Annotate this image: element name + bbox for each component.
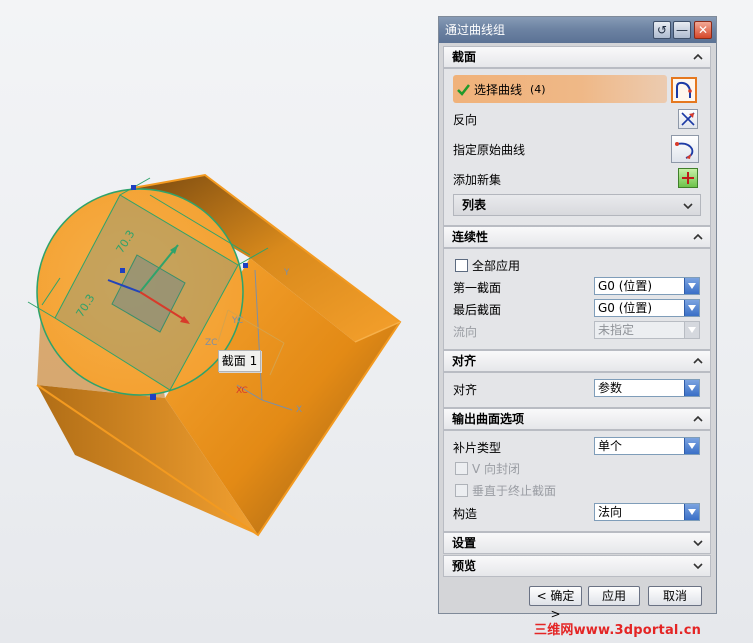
axis-x-label: X [296, 405, 302, 415]
section-tag: 截面 1 [218, 350, 261, 372]
preview-title: 预览 [452, 559, 477, 573]
curve-select-icon[interactable] [671, 77, 697, 103]
dialog-title: 通过曲线组 [445, 23, 506, 37]
specify-origin-curve-label: 指定原始曲线 [453, 143, 526, 157]
add-set-icon[interactable] [678, 168, 698, 188]
chevron-down-icon [693, 540, 703, 547]
continuity-title: 连续性 [452, 230, 489, 244]
first-section-select[interactable]: G0 (位置) [594, 277, 700, 295]
select-curve-count: (4) [530, 83, 546, 96]
patch-type-value: 单个 [598, 439, 623, 453]
dropdown-arrow-icon[interactable] [684, 380, 699, 396]
construction-select[interactable]: 法向 [594, 503, 700, 521]
alignment-title: 对齐 [452, 354, 477, 368]
first-section-value: G0 (位置) [598, 279, 653, 293]
apply-all-label: 全部应用 [472, 259, 521, 273]
normal-to-end-checkbox [455, 484, 468, 497]
axis-xc-label: XC [236, 386, 248, 396]
list-label: 列表 [462, 198, 487, 212]
add-new-set-label: 添加新集 [453, 173, 502, 187]
ok-button[interactable]: < 确定 > [529, 586, 582, 621]
last-section-label: 最后截面 [453, 303, 502, 317]
alignment-select[interactable]: 参数 [594, 379, 700, 397]
continuity-header[interactable]: 连续性 [443, 226, 711, 248]
alignment-header[interactable]: 对齐 [443, 350, 711, 372]
chevron-up-icon [693, 53, 703, 60]
dropdown-arrow-icon[interactable] [684, 278, 699, 294]
v-closed-checkbox [455, 462, 468, 475]
settings-title: 设置 [452, 536, 477, 550]
close-icon[interactable]: ✕ [694, 21, 712, 39]
section-title: 截面 [452, 50, 477, 64]
chevron-down-icon [683, 203, 693, 210]
settings-header[interactable]: 设置 [443, 532, 711, 554]
list-header[interactable]: 列表 [453, 194, 701, 216]
patch-type-select[interactable]: 单个 [594, 437, 700, 455]
alignment-label: 对齐 [453, 383, 478, 397]
watermark: 三维网www.3dportal.cn [534, 623, 702, 638]
construction-label: 构造 [453, 507, 478, 521]
apply-button[interactable]: 应用 [588, 586, 640, 606]
minimize-icon[interactable]: — [673, 21, 691, 39]
handle[interactable] [131, 185, 136, 190]
axis-zc-label: ZC [205, 338, 217, 348]
dropdown-arrow-icon[interactable] [684, 438, 699, 454]
flow-direction-value: 未指定 [598, 323, 635, 337]
handle[interactable] [243, 263, 248, 268]
output-options-header[interactable]: 输出曲面选项 [443, 408, 711, 430]
chevron-up-icon [693, 415, 703, 422]
reset-icon[interactable]: ↺ [653, 21, 671, 39]
last-section-select[interactable]: G0 (位置) [594, 299, 700, 317]
output-options-title: 输出曲面选项 [452, 412, 525, 426]
loft-model: 70.3 70.3 Y X ZC YC XC [27, 173, 402, 537]
dropdown-arrow-icon[interactable] [684, 504, 699, 520]
last-section-value: G0 (位置) [598, 301, 653, 315]
checkmark-icon [457, 84, 470, 96]
v-closed-label: V 向封闭 [472, 462, 521, 476]
patch-type-label: 补片类型 [453, 441, 502, 455]
axis-y-label: Y [283, 268, 290, 278]
origin-curve-icon[interactable] [671, 135, 699, 163]
first-section-label: 第一截面 [453, 281, 502, 295]
reverse-direction-icon[interactable] [678, 109, 698, 129]
section-header[interactable]: 截面 [443, 46, 711, 68]
flow-direction-label: 流向 [453, 325, 478, 339]
flow-direction-select: 未指定 [594, 321, 700, 339]
normal-to-end-label: 垂直于终止截面 [472, 484, 557, 498]
through-curves-dialog: 通过曲线组 ↺ — ✕ 截面 选择曲线 (4) 反向 指定原始曲线 添加新集 列… [438, 16, 717, 621]
preview-header[interactable]: 预览 [443, 555, 711, 577]
cancel-button[interactable]: 取消 [648, 586, 702, 606]
select-curve-label: 选择曲线 [474, 83, 523, 97]
chevron-up-icon [693, 233, 703, 240]
dropdown-arrow-icon [684, 322, 699, 338]
chevron-up-icon [693, 357, 703, 364]
apply-all-checkbox[interactable] [455, 259, 468, 272]
handle[interactable] [150, 394, 156, 400]
handle[interactable] [120, 268, 125, 273]
reverse-label: 反向 [453, 113, 478, 127]
axis-yc-label: YC [231, 316, 243, 326]
graphics-viewport[interactable]: 70.3 70.3 Y X ZC YC XC 截面 1 [0, 0, 430, 643]
dropdown-arrow-icon[interactable] [684, 300, 699, 316]
construction-value: 法向 [598, 505, 623, 519]
chevron-down-icon [693, 563, 703, 570]
alignment-value: 参数 [598, 381, 623, 395]
